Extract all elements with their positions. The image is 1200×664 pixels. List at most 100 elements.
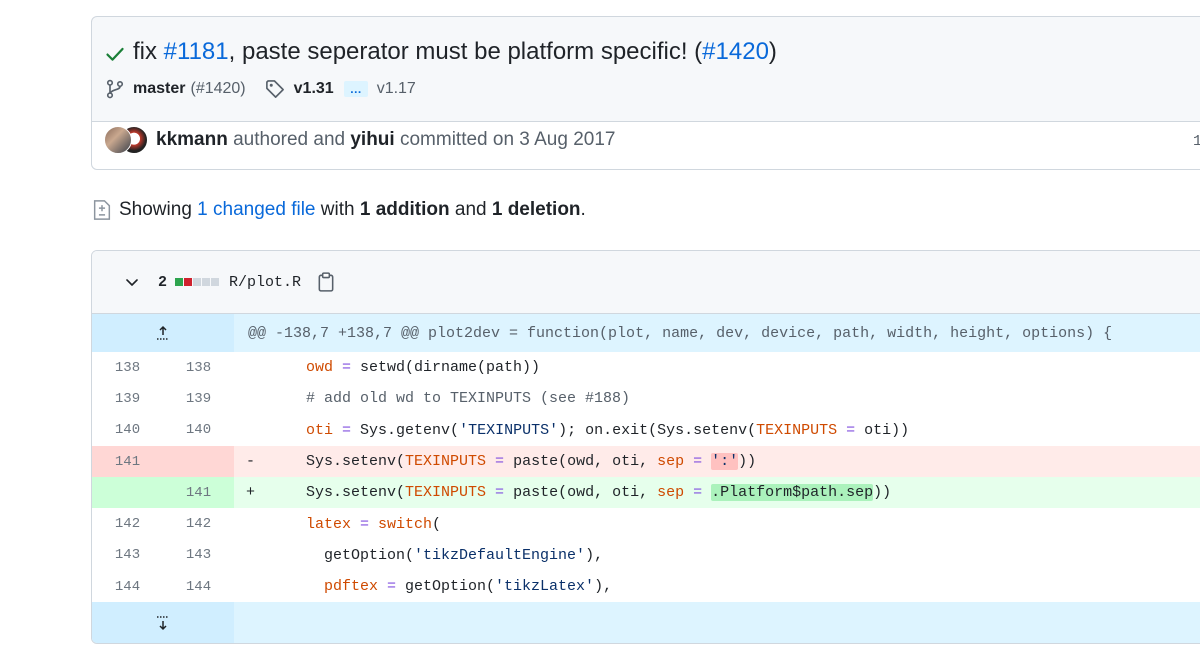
pr-link[interactable]: #1420	[702, 38, 769, 66]
old-line-number[interactable]: 138	[92, 352, 163, 383]
summary-suffix: .	[580, 199, 586, 220]
committer-link[interactable]: yihui	[350, 129, 394, 151]
new-line-number[interactable]: 139	[163, 383, 234, 414]
file-diff: 2 R/plot.R @@ -138,7 +138,7 @@ plot2dev …	[91, 250, 1200, 644]
code-token: sep	[657, 484, 685, 502]
code-token: paste(owd, oti,	[513, 484, 658, 502]
author-link[interactable]: kkmann	[156, 129, 228, 151]
authored-text: authored and	[227, 129, 351, 150]
author-avatar[interactable]	[104, 126, 132, 154]
commit-header: fix #1181 , paste seperator must be plat…	[91, 16, 1200, 170]
code-token: ))	[873, 484, 892, 502]
code-token: pdftex	[306, 578, 379, 596]
old-line-number[interactable]: 142	[92, 508, 163, 539]
code-line: oti = Sys.getenv('TEXINPUTS'); on.exit(S…	[306, 415, 909, 446]
code-token: latex	[306, 515, 352, 533]
code-token: =	[351, 515, 379, 533]
old-line-number[interactable]: 141	[92, 445, 163, 478]
hunk-header-row: @@ -138,7 +138,7 @@ plot2dev = function(…	[92, 314, 1200, 352]
code-token: sep	[657, 453, 685, 471]
expand-up-icon	[157, 325, 169, 340]
copy-path-icon[interactable]	[317, 272, 335, 292]
parent-count: 1	[1192, 133, 1200, 150]
code-token: ); on.exit(Sys.setenv(	[558, 421, 757, 439]
code-token: setwd(dirname(path))	[360, 359, 541, 377]
commit-title-middle: , paste seperator must be platform speci…	[228, 38, 703, 65]
tag-latest-link[interactable]: v1.31	[294, 80, 334, 98]
code-token: TEXINPUTS	[756, 421, 838, 439]
old-line-number[interactable]: 143	[92, 540, 163, 571]
old-line-number[interactable]	[92, 477, 163, 509]
diff-table: @@ -138,7 +138,7 @@ plot2dev = function(…	[92, 314, 1200, 643]
code-token: ))	[738, 453, 757, 471]
diffstat-added-square	[175, 278, 184, 286]
deletions-count: 1 deletion	[491, 199, 581, 220]
code-token: =	[837, 421, 865, 439]
code-comment: # add old wd to TEXINPUTS (see #188)	[306, 390, 631, 408]
new-line-number[interactable]: 144	[163, 571, 234, 602]
code-token: oti))	[864, 421, 910, 439]
code-token: =	[684, 453, 712, 471]
branch-link[interactable]: master	[133, 80, 185, 98]
hunk-header-text: @@ -138,7 +138,7 @@ plot2dev = function(…	[248, 324, 1113, 342]
new-line-number[interactable]: 138	[163, 352, 234, 383]
code-token: getOption(	[405, 578, 496, 596]
issue-link[interactable]: #1181	[164, 38, 229, 66]
git-branch-icon	[106, 79, 124, 99]
addition-marker: +	[246, 484, 256, 502]
code-token: ),	[585, 546, 604, 564]
code-line: owd = setwd(dirname(path))	[306, 352, 540, 383]
code-string: 'TEXINPUTS'	[459, 421, 559, 439]
code-line: # add old wd to TEXINPUTS (see #188)	[306, 383, 630, 414]
expand-down-button[interactable]	[92, 602, 234, 643]
diff-line: 142 142 latex = switch(	[92, 508, 1200, 539]
added-highlight: .Platform$path.sep	[711, 484, 874, 502]
code-token: (	[432, 515, 442, 533]
commit-title: fix #1181 , paste seperator must be plat…	[105, 36, 777, 68]
new-line-number[interactable]: 141	[163, 477, 234, 509]
summary-with: with	[315, 199, 360, 220]
code-token: =	[486, 453, 514, 471]
diff-line: 144 144 pdftex = getOption('tikzLatex'),	[92, 571, 1200, 602]
diff-line-addition: 141 + Sys.setenv(TEXINPUTS = paste(owd, …	[92, 477, 1200, 509]
code-token: owd	[306, 359, 334, 377]
code-token: paste(owd, oti,	[513, 453, 658, 471]
file-name-link[interactable]: R/plot.R	[229, 274, 301, 291]
code-line: Sys.setenv(TEXINPUTS = paste(owd, oti, s…	[306, 446, 756, 477]
diffstat-neutral-square	[202, 278, 211, 286]
code-token: =	[333, 421, 361, 439]
old-line-number[interactable]: 139	[92, 383, 163, 414]
changed-files-link[interactable]: 1 changed file	[197, 199, 315, 221]
branch-pr-link[interactable]: (#1420)	[190, 80, 245, 98]
expand-tags-button[interactable]: …	[343, 81, 368, 97]
diffstat-deleted-square	[184, 278, 193, 286]
check-icon	[106, 47, 124, 61]
expand-down-icon	[157, 616, 169, 630]
code-token: =	[684, 484, 712, 502]
tag-icon	[265, 80, 284, 98]
new-line-number[interactable]: 140	[163, 415, 234, 446]
code-string: 'tikzLatex'	[495, 578, 595, 596]
diff-line-deletion: 141 - Sys.setenv(TEXINPUTS = paste(owd, …	[92, 445, 1200, 478]
file-header: 2 R/plot.R	[92, 251, 1200, 314]
new-line-number[interactable]: 143	[163, 540, 234, 571]
branch-tags-row: master (#1420) v1.31 … v1.17	[105, 77, 416, 101]
old-line-number[interactable]: 144	[92, 571, 163, 602]
expand-up-button[interactable]	[92, 314, 234, 352]
tag-oldest-link[interactable]: v1.17	[377, 80, 416, 98]
code-line: pdftex = getOption('tikzLatex'),	[306, 571, 612, 602]
code-token: oti	[306, 421, 334, 439]
new-line-number[interactable]	[163, 445, 234, 478]
new-line-number[interactable]: 142	[163, 508, 234, 539]
code-token: TEXINPUTS	[405, 453, 487, 471]
code-token: Sys.setenv(	[306, 453, 406, 471]
summary-prefix: Showing	[119, 199, 198, 220]
diff-line: 138 138 owd = setwd(dirname(path))	[92, 352, 1200, 383]
author-row: kkmann authored and yihui committed on 3…	[104, 125, 615, 155]
diffstat-neutral-square	[211, 278, 220, 286]
summary-and: and	[449, 199, 492, 220]
old-line-number[interactable]: 140	[92, 415, 163, 446]
file-diff-icon	[93, 200, 111, 220]
chevron-down-icon[interactable]	[124, 274, 140, 290]
code-token: Sys.setenv(	[306, 484, 406, 502]
